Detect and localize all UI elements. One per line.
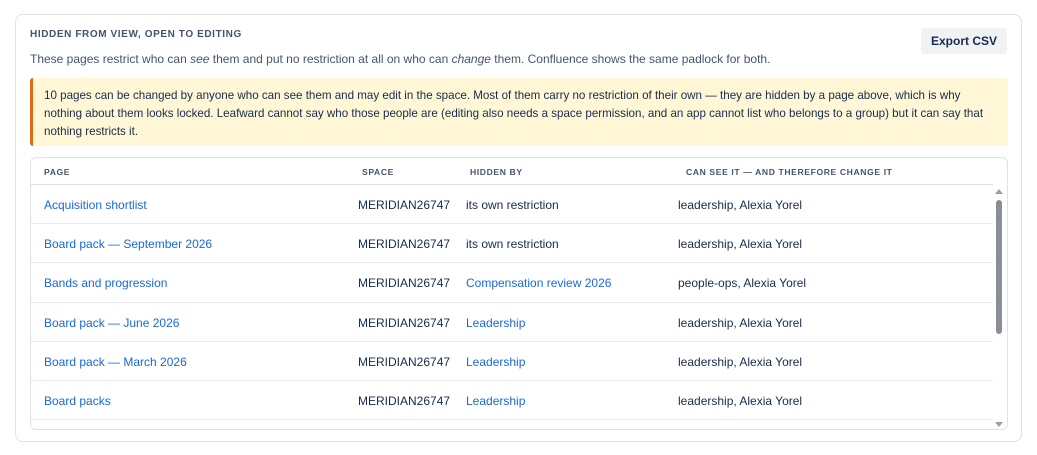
hidden-by-link[interactable]: Leadership xyxy=(466,355,525,369)
can-see-list: leadership, Alexia Yorel xyxy=(678,198,803,212)
desc-part: them. Confluence shows the same padlock … xyxy=(490,52,771,66)
can-see-list: leadership, Alexia Yorel xyxy=(678,393,803,408)
can-see-list: people-ops, Alexia Yorel xyxy=(678,276,807,291)
section-title: HIDDEN FROM VIEW, OPEN TO EDITING xyxy=(30,29,242,40)
space-key: MERIDIAN26747 xyxy=(358,198,451,212)
warning-banner: 10 pages can be changed by anyone who ca… xyxy=(30,78,1008,146)
table-body: Acquisition shortlist MERIDIAN26747 its ow… xyxy=(31,185,993,421)
table-header: PAGE SPACE HIDDEN BY CAN SEE IT — AND TH… xyxy=(31,158,993,185)
hidden-by-text: its own restriction xyxy=(466,198,559,212)
header-hidden-by: HIDDEN BY xyxy=(470,167,523,177)
space-key: MERIDIAN26747 xyxy=(358,276,451,291)
table-row: Acquisition shortlist MERIDIAN26747 its ow… xyxy=(31,185,993,225)
desc-emphasis-see: see xyxy=(190,52,210,66)
can-see-list: leadership, Alexia Yorel xyxy=(678,315,803,330)
table-scrollbar[interactable] xyxy=(991,185,1007,429)
scroll-up-arrow-icon[interactable] xyxy=(995,189,1003,194)
header-page: PAGE xyxy=(44,167,71,177)
space-key: MERIDIAN26747 xyxy=(358,315,451,330)
table-row: Bands and progression MERIDIAN26747 Compen… xyxy=(31,263,993,303)
desc-part: them and put no restriction at all on wh… xyxy=(209,52,452,66)
hidden-by-link[interactable]: Leadership xyxy=(466,394,525,408)
desc-part: These pages restrict who can xyxy=(30,52,191,66)
table-row: Board pack — June 2026 MERIDIAN26747 Leade… xyxy=(31,303,993,342)
page-link[interactable]: Board packs xyxy=(44,394,111,408)
scroll-down-arrow-icon[interactable] xyxy=(995,422,1003,427)
page-link[interactable]: Board pack — March 2026 xyxy=(44,355,187,369)
space-key: MERIDIAN26747 xyxy=(358,393,451,408)
table-row: Board pack — March 2026 MERIDIAN26747 Lead… xyxy=(31,342,993,381)
page-link[interactable]: Board pack — September 2026 xyxy=(44,237,212,251)
table-row: Board packs MERIDIAN26747 Leadership leader… xyxy=(31,381,993,421)
hidden-by-text: its own restriction xyxy=(466,237,559,252)
desc-emphasis-change: change xyxy=(451,52,491,66)
header-can-see: CAN SEE IT — AND THEREFORE CHANGE IT xyxy=(686,167,893,177)
section-description: These pages restrict who can see them an… xyxy=(30,52,770,66)
space-key: MERIDIAN26747 xyxy=(358,354,451,369)
can-see-list: leadership, Alexia Yorel xyxy=(678,354,803,369)
space-key: MERIDIAN26747 xyxy=(358,237,451,252)
scroll-thumb[interactable] xyxy=(996,200,1002,334)
pages-table: PAGE SPACE HIDDEN BY CAN SEE IT — AND TH… xyxy=(30,157,1008,430)
page-link[interactable]: Bands and progression xyxy=(44,276,167,290)
table-row: Board pack — September 2026 MERIDIAN26747… xyxy=(31,224,993,264)
hidden-by-link[interactable]: Leadership xyxy=(466,316,525,330)
restrictions-card: HIDDEN FROM VIEW, OPEN TO EDITING These … xyxy=(15,14,1022,442)
header-space: SPACE xyxy=(362,167,394,177)
page-link[interactable]: Board pack — June 2026 xyxy=(44,316,179,330)
page-link[interactable]: Acquisition shortlist xyxy=(44,198,147,212)
export-csv-button[interactable]: Export CSV xyxy=(920,28,1007,54)
can-see-list: leadership, Alexia Yorel xyxy=(678,237,803,252)
hidden-by-link[interactable]: Compensation review 2026 xyxy=(466,276,611,290)
